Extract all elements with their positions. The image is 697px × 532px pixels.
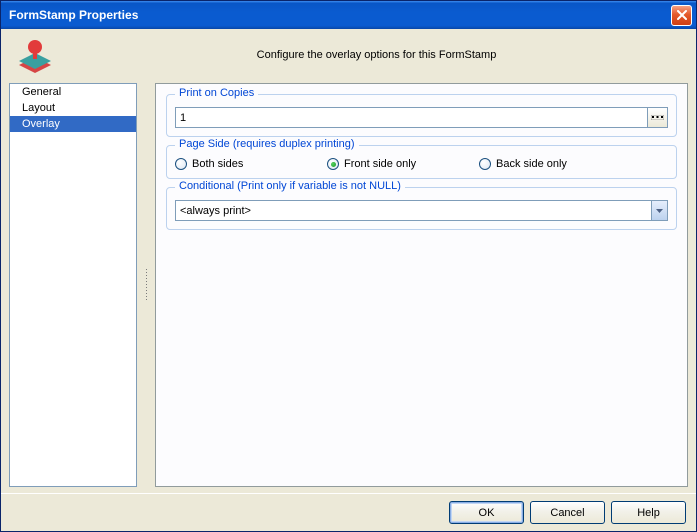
group-conditional: Conditional (Print only if variable is n… (166, 187, 677, 230)
print-on-copies-input[interactable] (175, 107, 648, 128)
body: General Layout Overlay Print on Copies (1, 81, 696, 493)
nav-item-general[interactable]: General (10, 84, 136, 100)
grip-icon (145, 268, 148, 302)
formstamp-icon (15, 35, 55, 75)
radio-icon (175, 158, 187, 170)
ellipsis-icon (651, 115, 664, 120)
cancel-button[interactable]: Cancel (530, 501, 605, 524)
radio-both-sides[interactable]: Both sides (175, 158, 327, 170)
nav-item-overlay[interactable]: Overlay (10, 116, 136, 132)
splitter[interactable] (143, 83, 149, 487)
legend-page-side: Page Side (requires duplex printing) (175, 138, 359, 150)
legend-print-on-copies: Print on Copies (175, 87, 258, 99)
radio-back-side-only[interactable]: Back side only (479, 158, 631, 170)
conditional-dropdown-button[interactable] (651, 200, 668, 221)
chevron-down-icon (656, 209, 663, 213)
window-title: FormStamp Properties (9, 8, 671, 22)
radio-label: Front side only (344, 158, 416, 170)
radio-label: Both sides (192, 158, 243, 170)
legend-conditional: Conditional (Print only if variable is n… (175, 180, 405, 192)
help-button[interactable]: Help (611, 501, 686, 524)
titlebar[interactable]: FormStamp Properties (1, 1, 696, 29)
footer: OK Cancel Help (1, 493, 696, 531)
header-description: Configure the overlay options for this F… (67, 49, 686, 61)
radio-icon (479, 158, 491, 170)
ok-button[interactable]: OK (449, 501, 524, 524)
radio-label: Back side only (496, 158, 567, 170)
conditional-select[interactable]: <always print> (175, 200, 652, 221)
category-list[interactable]: General Layout Overlay (9, 83, 137, 487)
group-print-on-copies: Print on Copies (166, 94, 677, 137)
formstamp-properties-dialog: FormStamp Properties Configure the overl… (0, 0, 697, 532)
conditional-value: <always print> (180, 205, 251, 217)
nav-item-layout[interactable]: Layout (10, 100, 136, 116)
close-icon (677, 10, 687, 20)
close-button[interactable] (671, 5, 692, 26)
content-panel: Print on Copies Page Side (requires dupl (155, 83, 688, 487)
radio-icon (327, 158, 339, 170)
group-page-side: Page Side (requires duplex printing) Bot… (166, 145, 677, 179)
radio-front-side-only[interactable]: Front side only (327, 158, 479, 170)
header: Configure the overlay options for this F… (1, 29, 696, 81)
print-on-copies-browse-button[interactable] (647, 107, 668, 128)
